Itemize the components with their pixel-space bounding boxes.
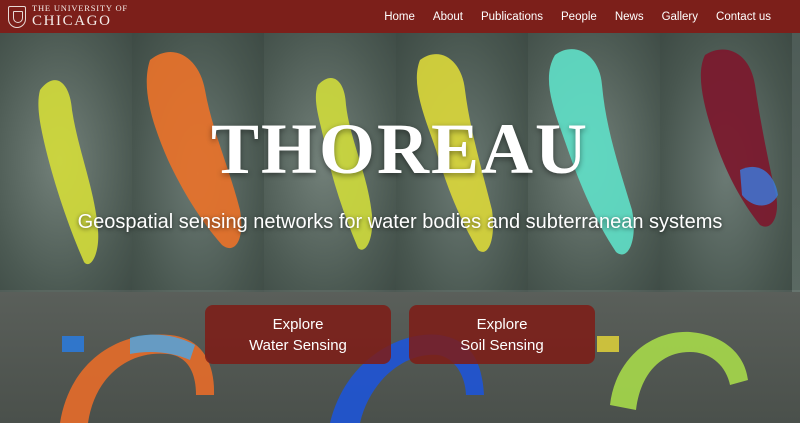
explore-soil-sensing-button[interactable]: Explore Soil Sensing	[409, 305, 595, 364]
explore-water-sensing-button[interactable]: Explore Water Sensing	[205, 305, 391, 364]
cta-water-line1: Explore	[272, 315, 324, 333]
nav-home[interactable]: Home	[375, 11, 424, 23]
nav-news[interactable]: News	[606, 11, 653, 23]
cta-soil-line2: Soil Sensing	[460, 336, 544, 354]
small-heat-block-blue	[62, 336, 84, 352]
nav-contact[interactable]: Contact us	[707, 11, 780, 23]
small-heat-block-yellow	[597, 336, 619, 352]
river-arc-green	[610, 331, 748, 410]
nav-about[interactable]: About	[424, 11, 472, 23]
hero-subtitle: Geospatial sensing networks for water bo…	[77, 211, 723, 233]
university-logo[interactable]: THE UNIVERSITY OF CHICAGO	[0, 0, 128, 33]
main-nav: Home About Publications People News Gall…	[375, 0, 780, 33]
cta-soil-line1: Explore	[476, 315, 528, 333]
hero-title: THOREAU	[210, 109, 590, 189]
logo-title: CHICAGO	[32, 12, 112, 29]
shield-icon	[8, 5, 26, 28]
logo-subtitle: THE UNIVERSITY OF	[32, 3, 128, 14]
nav-gallery[interactable]: Gallery	[653, 11, 707, 23]
nav-people[interactable]: People	[552, 11, 606, 23]
top-navbar: THE UNIVERSITY OF CHICAGO Home About Pub…	[0, 0, 800, 33]
nav-publications[interactable]: Publications	[472, 11, 552, 23]
cta-water-line2: Water Sensing	[249, 336, 347, 354]
